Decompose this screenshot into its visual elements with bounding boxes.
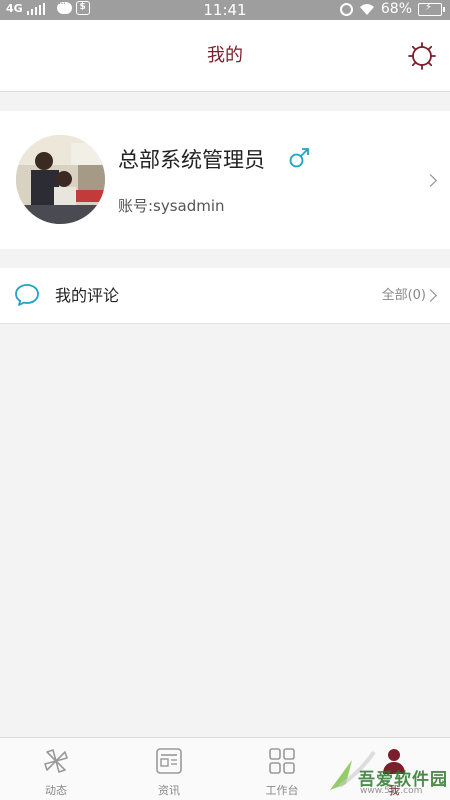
account-id: 账号:sysadmin bbox=[118, 197, 225, 215]
page-title: 我的 bbox=[207, 45, 243, 66]
tab-news[interactable]: 资讯 bbox=[113, 738, 225, 800]
speech-bubble-icon bbox=[15, 284, 39, 306]
tab-label: 资讯 bbox=[158, 784, 180, 797]
watermark-url: www.52z.com bbox=[360, 786, 423, 796]
alarm-icon bbox=[339, 2, 353, 16]
my-comments-row[interactable]: 我的评论 全部(0) bbox=[0, 268, 450, 324]
tab-label: 动态 bbox=[45, 784, 67, 797]
male-icon bbox=[289, 148, 309, 168]
header: 我的 bbox=[0, 20, 450, 92]
wifi-icon bbox=[359, 3, 374, 15]
chevron-right-icon bbox=[424, 289, 437, 302]
tab-dynamics[interactable]: 动态 bbox=[0, 738, 112, 800]
news-icon bbox=[156, 748, 182, 774]
chevron-right-icon bbox=[424, 174, 437, 187]
gear-icon[interactable] bbox=[408, 42, 436, 70]
battery-percent: 68% bbox=[380, 1, 412, 17]
grid-icon bbox=[269, 748, 295, 774]
status-right: 68% ⚡ bbox=[339, 1, 445, 17]
profile-card[interactable]: 总部系统管理员 账号:sysadmin bbox=[0, 111, 450, 249]
battery-icon: ⚡ bbox=[418, 2, 445, 16]
status-bar: 4G $ 11:41 68% ⚡ bbox=[0, 0, 450, 20]
pinwheel-icon bbox=[44, 749, 68, 773]
avatar-photo bbox=[16, 135, 105, 224]
user-name: 总部系统管理员 bbox=[118, 148, 265, 172]
avatar[interactable] bbox=[16, 135, 105, 224]
all-comments-count[interactable]: 全部(0) bbox=[382, 268, 426, 324]
my-comments-label: 我的评论 bbox=[55, 286, 120, 305]
